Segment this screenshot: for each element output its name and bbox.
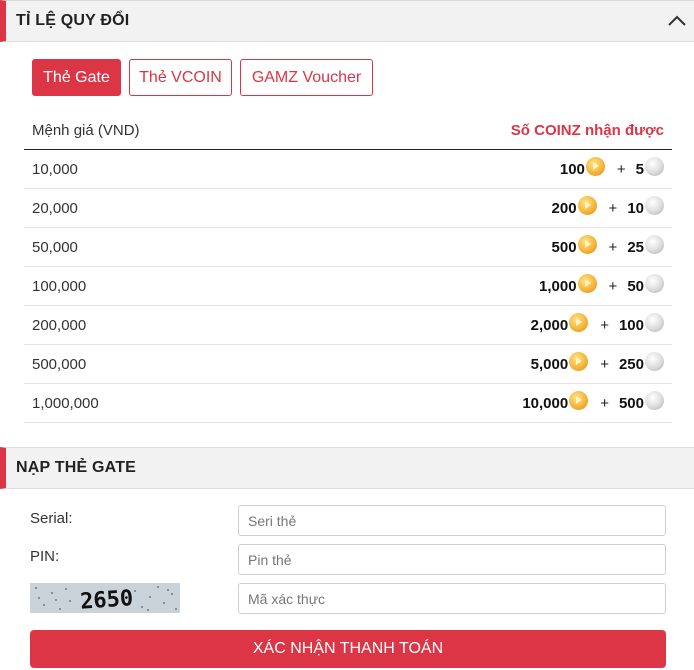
captcha-image[interactable]: 2650 [30,583,180,615]
silver-coin-icon [645,156,664,176]
denomination-value: 100,000 [32,278,87,295]
table-row: 200,000 2,000 + 100 [24,306,672,345]
coinz-reward: 1,000 + 50 [539,273,664,297]
coinz-reward: 100 + 5 [559,156,664,180]
pin-input[interactable] [238,544,666,575]
coinz-amount: 200 [551,199,577,217]
serial-input[interactable] [238,505,666,536]
coinz-column-header: Số COINZ nhận được [510,122,664,139]
gold-coin-icon [569,312,589,332]
silver-coin-icon [645,195,664,215]
gold-coin-icon [585,156,605,176]
gold-coin-icon [577,273,597,293]
table-row: 50,000 500 + 25 [24,228,672,267]
serial-label: Serial: [30,510,73,527]
gold-coin-icon [577,234,597,254]
denomination-value: 20,000 [32,200,78,217]
bonus-amount: 10 [627,199,644,217]
coinz-amount: 100 [559,160,585,178]
topup-title: NẠP THẺ GATE [16,459,137,476]
coinz-reward: 500 + 25 [551,234,664,258]
plus-sign: + [600,394,609,412]
captcha-input[interactable] [238,583,666,614]
tab-vcoin-card[interactable]: Thẻ VCOIN [129,59,232,96]
confirm-payment-button[interactable]: XÁC NHẬN THANH TOÁN [30,630,666,668]
topup-header: NẠP THẺ GATE [0,447,694,489]
silver-coin-icon [645,351,664,371]
denomination-value: 500,000 [32,356,87,373]
gold-coin-icon [569,351,589,371]
denomination-value: 50,000 [32,239,78,256]
coinz-amount: 5,000 [530,355,569,373]
denomination-value: 1,000,000 [32,395,99,412]
table-row: 100,000 1,000 + 50 [24,267,672,306]
gold-coin-icon [569,390,589,410]
plus-sign: + [608,199,618,217]
table-row: 1,000,000 10,000 + 500 [24,384,672,423]
denomination-column-header: Mệnh giá (VND) [32,122,140,139]
table-row: 500,000 5,000 + 250 [24,345,672,384]
table-row: 10,000 100 + 5 [24,150,672,189]
chevron-up-icon[interactable] [666,10,688,32]
denomination-value: 200,000 [32,317,87,334]
table-row: 20,000 200 + 10 [24,189,672,228]
plus-sign: + [600,316,609,334]
pin-label: PIN: [30,548,60,565]
coinz-reward: 200 + 10 [551,195,664,219]
silver-coin-icon [645,312,664,332]
exchange-rate-header: TỈ LỆ QUY ĐỔI [0,0,694,42]
coinz-amount: 1,000 [539,277,577,295]
coinz-reward: 5,000 + 250 [530,351,664,375]
tab-gamz-voucher[interactable]: GAMZ Voucher [240,59,373,96]
plus-sign: + [608,277,618,295]
bonus-amount: 250 [618,355,644,373]
bonus-amount: 5 [635,160,644,178]
bonus-amount: 100 [618,316,644,334]
silver-coin-icon [645,273,664,293]
plus-sign: + [616,160,626,178]
bonus-amount: 25 [627,238,644,256]
plus-sign: + [608,238,618,256]
coinz-reward: 2,000 + 100 [530,312,664,336]
coinz-amount: 500 [551,238,577,256]
bonus-amount: 500 [618,394,644,412]
tab-gate-card[interactable]: Thẻ Gate [32,59,121,96]
gold-coin-icon [577,195,597,215]
captcha-text: 2650 [79,586,134,613]
rate-table-body: 10,000 100 + 5 20,000 200 + 10 50,000 50… [24,150,672,423]
exchange-rate-title: TỈ LỆ QUY ĐỔI [16,12,130,29]
coinz-reward: 10,000 + 500 [522,390,664,414]
plus-sign: + [600,355,609,373]
silver-coin-icon [645,234,664,254]
bonus-amount: 50 [627,277,644,295]
denomination-value: 10,000 [32,161,78,178]
coinz-amount: 2,000 [530,316,569,334]
coinz-amount: 10,000 [522,394,569,412]
rate-table-header: Mệnh giá (VND) Số COINZ nhận được [24,112,672,150]
silver-coin-icon [645,390,664,410]
